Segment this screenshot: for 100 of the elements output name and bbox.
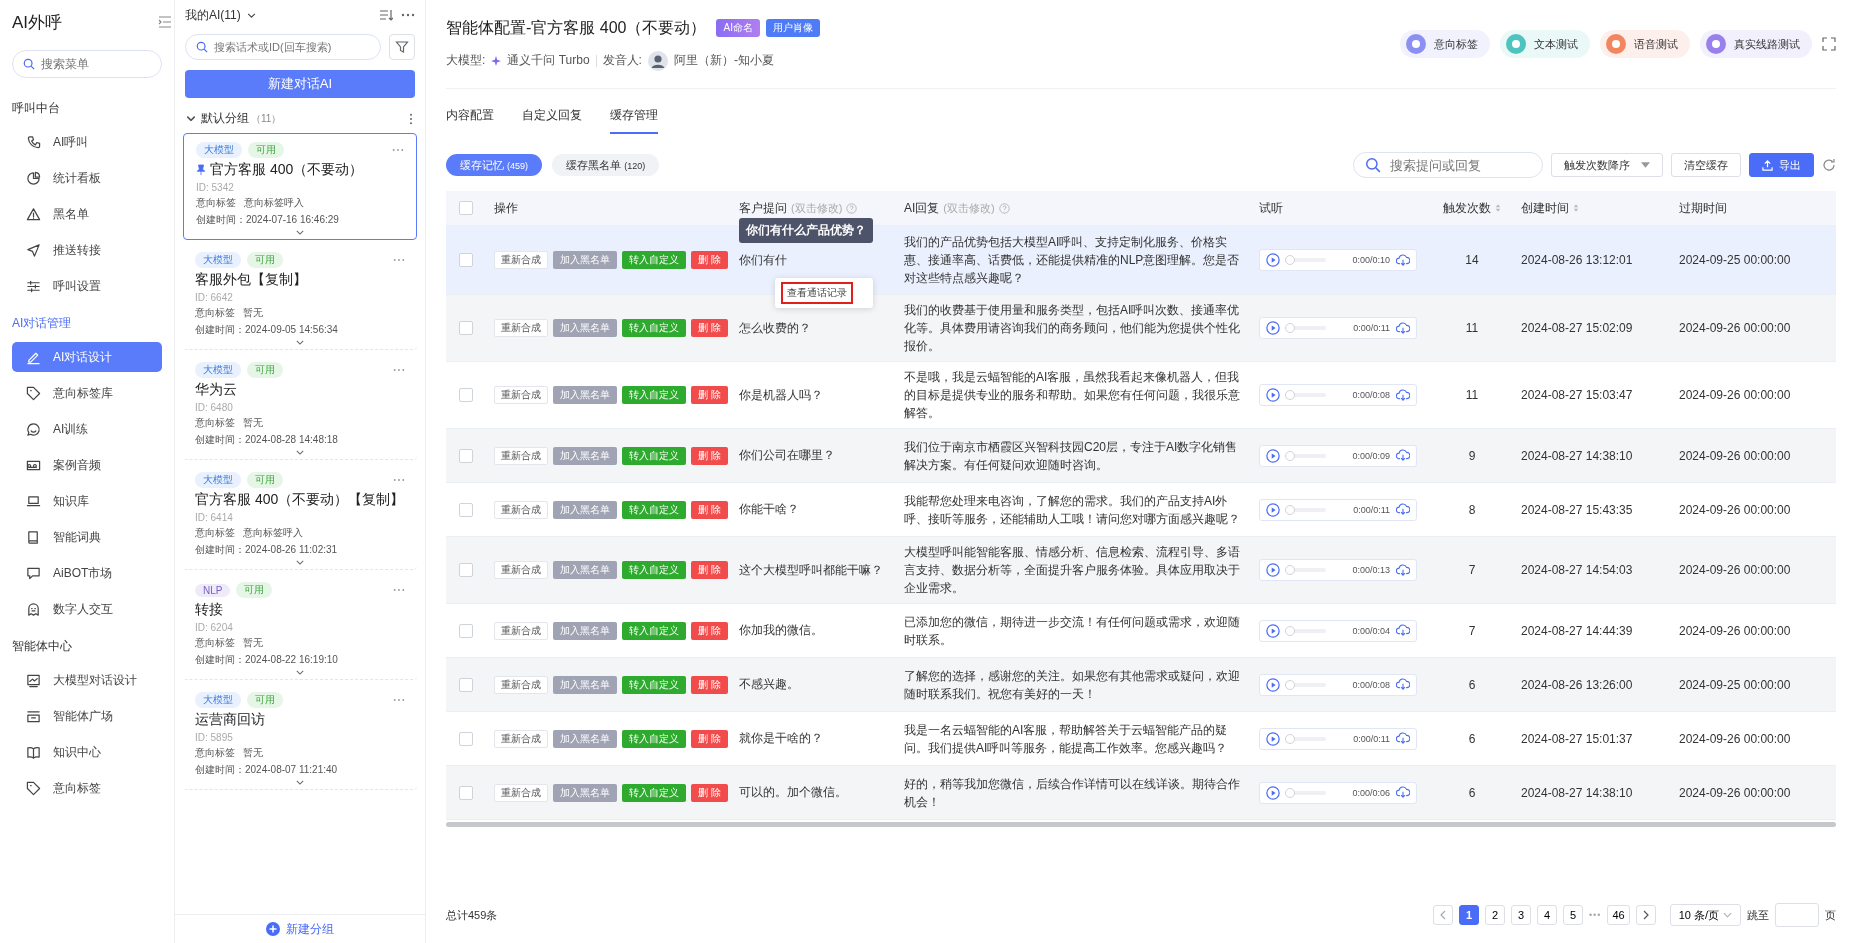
help-icon[interactable] [846,202,858,214]
scrollbar[interactable] [446,822,1836,827]
sort-arrows-icon[interactable] [1495,203,1501,213]
action-button[interactable]: 重新合成 [494,621,548,640]
audio-player[interactable]: 0:00/0:10 [1259,249,1417,271]
action-button[interactable]: 删 除 [691,251,728,269]
play-icon[interactable] [1266,321,1280,335]
menu-item[interactable]: 意向标签库 [12,378,162,408]
checkbox[interactable] [459,785,473,800]
more-icon[interactable] [392,148,404,152]
audio-player[interactable]: 0:00/0:13 [1259,559,1417,581]
badge[interactable]: 用户肖像 [765,19,820,37]
page-button[interactable]: 1 [1458,905,1479,925]
slider-thumb[interactable] [1285,679,1295,690]
audio-player[interactable]: 0:00/0:09 [1259,444,1417,467]
more-icon[interactable] [393,258,405,262]
checkbox[interactable] [459,563,473,577]
ai-card[interactable]: 大模型 可用 运营商回访 ID: 5895 意向标签 暂无 创建时间：2024-08-07 11:21:40 [183,684,417,790]
list-title-dropdown[interactable]: 我的AI(11) [185,6,241,24]
table-row[interactable]: 重新合成 加入黑名单 转入自定义 删 除 你们公司在哪里？ 我们位于南京市栖霞区兴智科技园C20层，专注于AI数字化销售解决方案。有任何疑问欢迎随时咨询。 0:00/0:09 9 2024-08-27 14:38:10 2024-09-26 00:00:00 [446,429,1836,483]
play-icon[interactable] [1266,448,1280,463]
cloud-download-icon[interactable] [1396,678,1410,691]
action-button[interactable]: 删 除 [691,500,728,519]
tool-button[interactable]: 文本测试 [1500,30,1590,58]
page-button[interactable]: 5 [1562,905,1583,925]
page-jump-field[interactable] [1775,903,1819,927]
menu-item[interactable]: 黑名单 [12,199,162,229]
cloud-download-icon[interactable] [1396,563,1410,577]
sort-dropdown[interactable]: 触发次数降序 [1551,153,1663,177]
ai-card[interactable]: NLP 可用 转接 ID: 6204 意向标签 暂无 创建时间：2024-08-22 16:19:10 [183,574,417,680]
menu-item[interactable]: 意向标签 [12,773,162,803]
cloud-download-icon[interactable] [1396,321,1410,335]
chevron-down-icon[interactable] [296,450,304,455]
filter-tab[interactable]: 缓存记忆 (459) [446,154,543,176]
more-icon[interactable] [409,112,413,125]
tab[interactable]: 自定义回复 [522,107,582,132]
action-button[interactable]: 重新合成 [494,561,548,579]
action-button[interactable]: 重新合成 [494,783,548,802]
action-button[interactable]: 删 除 [691,446,728,465]
slider-thumb[interactable] [1285,787,1295,798]
cloud-download-icon[interactable] [1396,503,1410,516]
play-icon[interactable] [1266,677,1280,692]
filter-tab[interactable]: 缓存黑名单 (120) [552,154,660,176]
ai-card[interactable]: 大模型 可用 客服外包【复制】 ID: 6642 意向标签 暂无 创建时间：2024-09-05 14:56:34 [183,244,417,350]
export-button[interactable]: 导出 [1749,153,1814,177]
checkbox[interactable] [459,448,473,463]
cloud-download-icon[interactable] [1396,732,1410,745]
cloud-download-icon[interactable] [1396,449,1410,462]
refresh-icon[interactable] [1822,158,1836,172]
script-search-field[interactable]: 搜索话术或ID(回车搜索) [185,34,381,60]
ai-card[interactable]: 大模型 可用 官方客服 400（不要动）【复制】 ID: 6414 意向标签 意向标签呼入 创建时间：2024-08-26 11:02:31 [183,464,417,570]
menu-item[interactable]: AiBOT市场 [12,558,162,588]
table-row[interactable]: 重新合成 加入黑名单 转入自定义 删 除 不感兴趣。 了解您的选择，感谢您的关注。如果您有其他需求或疑问，欢迎随时联系我们。祝您有美好的一天！ 0:00/0:08 6 2024-08-26 13:26:00 2024-09-25 00:00:00 [446,658,1836,712]
action-button[interactable]: 重新合成 [494,446,548,465]
audio-player[interactable]: 0:00/0:08 [1259,673,1417,696]
action-button[interactable]: 删 除 [691,319,728,337]
tool-button[interactable]: 意向标签 [1400,30,1490,58]
play-icon[interactable] [1266,785,1280,800]
chevron-down-icon[interactable] [296,560,304,565]
table-row[interactable]: 重新合成 加入黑名单 转入自定义 删 除 这个大模型呼叫都能干嘛？ 大模型呼叫能智能客服、情感分析、信息检索、流程引导、多语言支持、数据分析等，全面提升客户服务体验。具体应用取决于企业需求。 0:00/0:13 7 2024-08-27 14:54:03 2024-09-26 00:00:00 [446,537,1836,604]
slider-thumb[interactable] [1285,255,1295,265]
new-group-button[interactable]: 新建分组 [260,919,340,939]
menu-item[interactable]: 知识中心 [12,737,162,767]
ai-card[interactable]: 大模型 可用 官方客服 400（不要动） ID: 5342 意向标签 意向标签呼入 创建时间：2024-07-16 16:46:29 [183,133,417,240]
clear-cache-button[interactable]: 清空缓存 [1671,153,1741,177]
play-icon[interactable] [1266,563,1280,577]
checkbox[interactable] [459,388,473,402]
fullscreen-icon[interactable] [1822,37,1836,51]
page-button[interactable]: 2 [1484,905,1505,925]
menu-item[interactable]: AI呼叫 [12,127,162,157]
group-toggle[interactable]: 默认分组 [187,110,249,127]
tool-button[interactable]: 语音测试 [1600,30,1690,58]
sort-icon[interactable] [379,8,393,22]
checkbox[interactable] [459,253,473,267]
slider-thumb[interactable] [1285,323,1295,333]
action-button[interactable]: 重新合成 [494,729,548,748]
action-button[interactable]: 删 除 [691,561,728,579]
slider-thumb[interactable] [1285,390,1295,400]
play-icon[interactable] [1266,388,1280,402]
table-row[interactable]: 重新合成 加入黑名单 转入自定义 删 除 可以的。加个微信。 好的，稍等我加您微信，后续合作详情可以在线详谈。期待合作机会！ 0:00/0:06 6 2024-08-27 14:38:10 2024-09-26 00:00:00 [446,766,1836,820]
chevron-down-icon[interactable] [296,670,304,675]
slider-thumb[interactable] [1285,565,1295,575]
more-icon[interactable] [393,368,405,372]
action-button[interactable]: 删 除 [691,783,728,802]
qa-search-field[interactable]: 搜索提问或回复 [1353,152,1543,178]
page-button[interactable]: 3 [1510,905,1531,925]
play-icon[interactable] [1266,623,1280,638]
ai-card[interactable]: 大模型 可用 华为云 ID: 6480 意向标签 暂无 创建时间：2024-08-28 14:48:18 [183,354,417,460]
play-icon[interactable] [1266,731,1280,746]
cloud-download-icon[interactable] [1396,786,1410,799]
more-icon[interactable] [393,698,405,702]
menu-search-field[interactable]: 搜索菜单 [12,50,162,78]
more-icon[interactable] [393,478,405,482]
audio-player[interactable]: 0:00/0:08 [1259,384,1417,406]
cloud-download-icon[interactable] [1396,253,1410,267]
more-icon[interactable] [393,588,405,592]
checkbox[interactable] [459,201,473,215]
action-button[interactable]: 删 除 [691,729,728,748]
menu-item[interactable]: 呼叫设置 [12,271,162,301]
menu-item[interactable]: AI对话设计 [12,342,162,372]
